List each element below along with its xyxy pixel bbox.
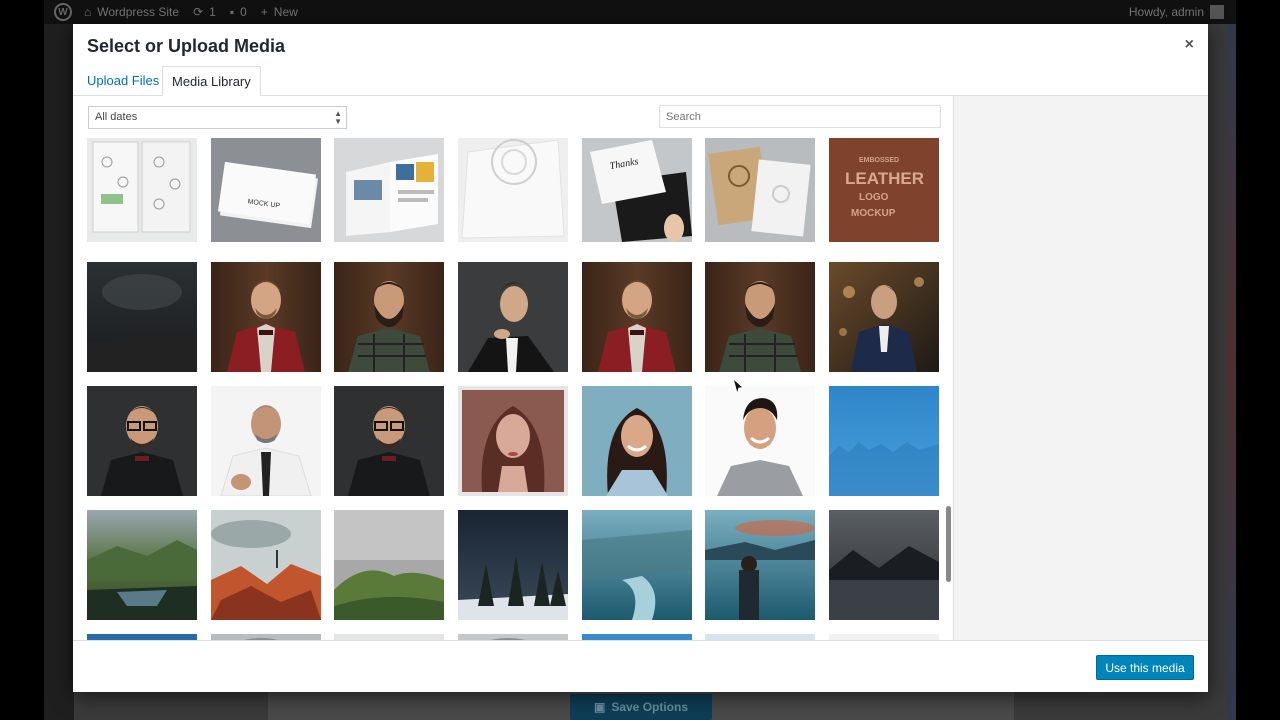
search-input[interactable]: [659, 105, 941, 128]
save-options-label: Save Options: [611, 700, 689, 714]
updates-link[interactable]: ⟳ 1: [193, 5, 216, 19]
modal-footer: Use this media: [73, 640, 1208, 692]
media-item-stationery-mockup[interactable]: [87, 138, 197, 242]
site-name-link[interactable]: ⌂ Wordpress Site: [84, 5, 179, 19]
media-item-dark-room[interactable]: [87, 262, 197, 372]
media-router-tabs: Upload Files Media Library: [73, 66, 1208, 97]
media-item-smiling-man[interactable]: [705, 386, 815, 496]
plus-icon: +: [260, 5, 268, 19]
media-item-blue-forest[interactable]: [829, 386, 939, 496]
date-filter-value: All dates: [95, 111, 138, 123]
svg-text:LOGO: LOGO: [859, 192, 889, 203]
use-this-media-button[interactable]: Use this media: [1096, 655, 1194, 680]
media-item-business-card-mockup[interactable]: MOCK UP: [211, 138, 321, 242]
updates-count: 1: [209, 5, 216, 19]
account-menu[interactable]: Howdy, admin: [1129, 5, 1224, 19]
media-library-content: All dates ▲ ▼ Search MOCK UP Thanks EMBO…: [73, 96, 953, 640]
tab-upload-files[interactable]: Upload Files: [78, 66, 168, 97]
media-item-man-red-blazer[interactable]: [211, 262, 321, 372]
media-item-woman-portrait[interactable]: [458, 386, 568, 496]
media-item-man-by-lake[interactable]: [705, 510, 815, 620]
media-item-bearded-man-plaid-2[interactable]: [705, 262, 815, 372]
tab-media-library[interactable]: Media Library: [162, 66, 261, 97]
select-arrows-icon: ▲ ▼: [334, 109, 342, 126]
comments-count: 0: [240, 5, 247, 19]
attachment-details-sidebar: [953, 96, 1208, 640]
date-filter-select[interactable]: All dates ▲ ▼: [88, 106, 347, 129]
media-item-man-tuxedo-profile[interactable]: [458, 262, 568, 372]
save-icon: ▣: [593, 700, 606, 714]
grid-scrollbar[interactable]: [946, 506, 951, 582]
media-item-kraft-cards-mockup[interactable]: [705, 138, 815, 242]
avatar: [1210, 5, 1224, 19]
media-item-snowy-forest-night[interactable]: [458, 510, 568, 620]
media-item-bearded-man-plaid[interactable]: [334, 262, 444, 372]
new-label: New: [273, 5, 298, 19]
media-item-man-red-blazer-2[interactable]: [582, 262, 692, 372]
howdy-label: Howdy, admin: [1128, 5, 1204, 19]
media-item-embossed-logo-mockup[interactable]: [458, 138, 568, 242]
media-item-gray-haired-man[interactable]: [211, 386, 321, 497]
close-icon[interactable]: ×: [1185, 36, 1194, 54]
admin-bar: W ⌂ Wordpress Site ⟳ 1 ▪ 0 + New Howdy, …: [44, 0, 1236, 24]
media-item-river-valley[interactable]: [582, 510, 692, 620]
background-decoration-right: [1226, 0, 1236, 720]
site-name-label: Wordpress Site: [97, 5, 180, 19]
media-item-man-glasses[interactable]: [87, 386, 197, 496]
svg-text:EMBOSSED: EMBOSSED: [859, 157, 899, 164]
media-item-leather-logo-mockup[interactable]: EMBOSSED LEATHER LOGO MOCKUP: [829, 138, 939, 242]
media-item-mountain-valley[interactable]: [87, 510, 197, 620]
wordpress-logo-icon[interactable]: W: [54, 3, 72, 21]
attachments-grid: MOCK UP Thanks EMBOSSED LEATHER LOGO MOCKUP: [87, 138, 947, 640]
svg-text:MOCKUP: MOCKUP: [851, 208, 896, 219]
media-item-magazine-mockup[interactable]: [334, 138, 444, 242]
new-content-link[interactable]: + New: [261, 5, 298, 19]
refresh-icon: ⟳: [193, 5, 204, 19]
admin-sidebar: [44, 24, 74, 720]
media-item-green-hills[interactable]: [334, 510, 444, 620]
media-item-mountain-lake[interactable]: [829, 510, 939, 620]
save-options-button: ▣ Save Options: [570, 694, 712, 720]
media-item-thank-you-card-mockup[interactable]: Thanks: [582, 138, 692, 242]
media-modal: Select or Upload Media × Upload Files Me…: [73, 24, 1208, 692]
media-item-smiling-woman[interactable]: [582, 386, 692, 496]
home-icon: ⌂: [84, 5, 92, 19]
media-item-man-blue-suit[interactable]: [829, 262, 939, 372]
comments-link[interactable]: ▪ 0: [230, 5, 247, 19]
comment-icon: ▪: [229, 5, 235, 19]
modal-title: Select or Upload Media: [87, 36, 286, 56]
svg-text:LEATHER: LEATHER: [845, 169, 924, 188]
media-item-man-glasses-2[interactable]: [334, 386, 444, 496]
media-item-red-rocks[interactable]: [211, 510, 321, 620]
